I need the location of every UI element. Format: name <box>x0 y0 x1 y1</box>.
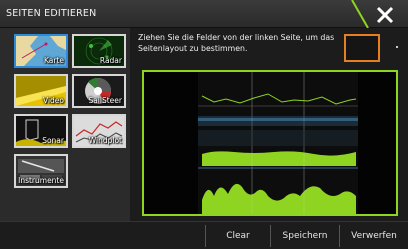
tile-label-video: Video <box>42 96 64 105</box>
tile-label-windplot: Windplot <box>88 136 122 145</box>
layout-editor-area: Ziehen Sie die Felder von der linken Sei… <box>130 28 408 221</box>
footer-bar: Clear Speichern Verwerfen <box>0 221 408 249</box>
sonar-preview-image <box>144 72 396 214</box>
tile-sonar[interactable]: Sonar <box>14 114 68 148</box>
page-title: SEITEN EDITIEREN <box>6 8 97 19</box>
discard-button[interactable]: Verwerfen <box>340 222 408 249</box>
tile-label-sonar: Sonar <box>42 136 64 145</box>
tile-radar[interactable]: Radar <box>72 34 126 68</box>
tile-label-sailsteer: SailSteer <box>88 96 122 105</box>
tile-label-instrumente: Instrumente <box>18 176 64 185</box>
close-x-icon[interactable] <box>366 4 404 26</box>
tile-instrumente[interactable]: Instrumente <box>14 154 68 188</box>
tile-video[interactable]: Video <box>14 74 68 108</box>
layout-preview-slot[interactable] <box>344 34 380 62</box>
tile-karte[interactable]: Karte <box>14 34 68 68</box>
header-bar: SEITEN EDITIEREN <box>0 0 408 28</box>
panel-tile-list: Karte Radar Video SailSteer Sonar Windpl… <box>0 28 130 221</box>
tile-sailsteer[interactable]: SailSteer <box>72 74 126 108</box>
tile-label-karte: Karte <box>43 56 64 65</box>
tile-label-radar: Radar <box>99 56 122 65</box>
clear-button[interactable]: Clear <box>206 222 270 249</box>
instruction-text: Ziehen Sie die Felder von der linken Sei… <box>138 33 335 53</box>
tile-windplot[interactable]: Windplot <box>72 114 126 148</box>
save-button[interactable]: Speichern <box>271 222 339 249</box>
preview-dot <box>396 46 398 48</box>
display-drop-area[interactable] <box>142 70 398 216</box>
